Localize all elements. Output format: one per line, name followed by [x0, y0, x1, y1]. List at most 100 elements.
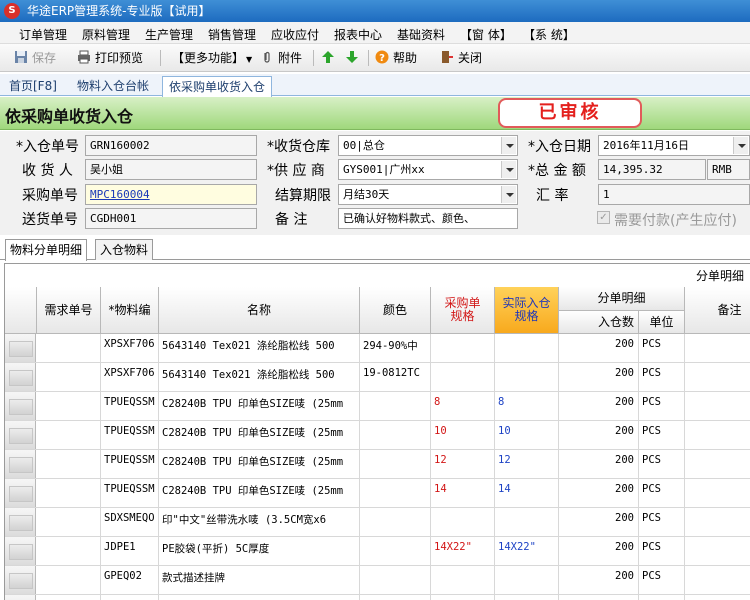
- cell-actual-spec[interactable]: 12: [495, 450, 559, 478]
- cell-unit[interactable]: PCS: [639, 537, 685, 565]
- menu-system[interactable]: 【系 统】: [523, 26, 575, 43]
- table-row[interactable]: XPSXF706 5643140 Tex021 涤纶脂松线 500 294-90%中…: [5, 334, 750, 363]
- row-selector[interactable]: [5, 421, 36, 449]
- cell-po-spec[interactable]: [431, 363, 495, 391]
- menu-reports[interactable]: 报表中心: [334, 26, 382, 43]
- col-remark[interactable]: 备注: [685, 287, 750, 334]
- row-selector[interactable]: [5, 537, 36, 565]
- cell-unit[interactable]: PCS: [639, 392, 685, 420]
- cell-name[interactable]: 5643140 Tex021 涤纶脂松线 500: [159, 363, 360, 391]
- cell-remark[interactable]: [685, 566, 750, 594]
- cell-demand[interactable]: [37, 363, 101, 391]
- row-selector[interactable]: [5, 392, 36, 420]
- cell-po-spec[interactable]: 10: [431, 421, 495, 449]
- table-row[interactable]: TPUEQSSM C28240B TPU 印单色SIZE唛 (25mm 8 8 200 P…: [5, 392, 750, 421]
- tab-home[interactable]: 首页[F8]: [3, 76, 63, 96]
- cell-code[interactable]: JDPE1: [101, 537, 159, 565]
- chevron-down-icon[interactable]: [501, 161, 516, 178]
- cell-qty[interactable]: 200: [559, 508, 639, 536]
- cell-color[interactable]: [360, 508, 431, 536]
- cell-color[interactable]: 294-90%中: [360, 334, 431, 362]
- col-qty[interactable]: 入仓数: [559, 311, 639, 334]
- cell-remark[interactable]: [685, 334, 750, 362]
- row-selector[interactable]: [5, 479, 36, 507]
- cell-unit[interactable]: PCS: [639, 450, 685, 478]
- cell-qty[interactable]: 200: [559, 334, 639, 362]
- cell-actual-spec[interactable]: [495, 566, 559, 594]
- row-selector[interactable]: [5, 334, 36, 362]
- cell-actual-spec[interactable]: 14X22": [495, 537, 559, 565]
- row-selector[interactable]: [5, 363, 36, 391]
- cell-color[interactable]: [360, 421, 431, 449]
- cell-demand[interactable]: [37, 392, 101, 420]
- settle-select[interactable]: 月结30天: [338, 184, 518, 205]
- cell-demand[interactable]: [37, 334, 101, 362]
- cell-code[interactable]: GPEQ02: [101, 566, 159, 594]
- table-row[interactable]: GPEQ02 款式描述挂牌 200 PCS: [5, 566, 750, 595]
- warehouse-select[interactable]: 00|总仓: [338, 135, 518, 156]
- tab-material-ledger[interactable]: 物料入仓台帐: [71, 76, 155, 96]
- cell-code[interactable]: TPUEQSSM: [101, 392, 159, 420]
- total-field[interactable]: 14,395.32: [598, 159, 706, 180]
- cell-actual-spec[interactable]: 14: [495, 479, 559, 507]
- cell-unit[interactable]: PCS: [639, 363, 685, 391]
- cell-actual-spec[interactable]: [495, 508, 559, 536]
- chevron-down-icon[interactable]: [501, 186, 516, 203]
- cell-po-spec[interactable]: 12: [431, 450, 495, 478]
- table-row[interactable]: TPUEQSSM C28240B TPU 印单色SIZE唛 (25mm 14 14 20…: [5, 479, 750, 508]
- cell-name[interactable]: C28240B TPU 印单色SIZE唛 (25mm: [159, 421, 360, 449]
- col-color[interactable]: 颜色: [360, 287, 431, 334]
- cell-remark[interactable]: [685, 537, 750, 565]
- col-material-code[interactable]: *物料编: [101, 287, 159, 334]
- cell-code[interactable]: XPSXF706: [101, 334, 159, 362]
- cell-po-spec[interactable]: [431, 334, 495, 362]
- cell-unit[interactable]: PCS: [639, 479, 685, 507]
- cell-po-spec[interactable]: 8: [431, 392, 495, 420]
- cell-remark[interactable]: [685, 450, 750, 478]
- move-up-button[interactable]: [321, 49, 339, 67]
- cell-actual-spec[interactable]: 8: [495, 392, 559, 420]
- po-no-field[interactable]: MPC160004: [85, 184, 257, 205]
- cell-color[interactable]: [360, 479, 431, 507]
- cell-unit[interactable]: PCS: [639, 334, 685, 362]
- row-selector[interactable]: [5, 595, 36, 600]
- menu-production[interactable]: 生产管理: [145, 26, 193, 43]
- table-row[interactable]: TTC中吊挂纸板88100PCS: [5, 595, 750, 600]
- cell-demand[interactable]: [37, 595, 101, 600]
- cell-color[interactable]: [360, 537, 431, 565]
- cell-qty[interactable]: 200: [559, 566, 639, 594]
- cell-demand[interactable]: [37, 508, 101, 536]
- cell-name[interactable]: 款式描述挂牌: [159, 566, 360, 594]
- col-actual-spec[interactable]: 实际入仓 规格: [495, 287, 559, 334]
- cell-po-spec[interactable]: [431, 508, 495, 536]
- cell-remark[interactable]: [685, 479, 750, 507]
- cell-name[interactable]: 印"中文"丝带洗水唛 (3.5CM宽x6: [159, 508, 360, 536]
- cell-code[interactable]: TPUEQSSM: [101, 450, 159, 478]
- cell-color[interactable]: [360, 392, 431, 420]
- cell-actual-spec[interactable]: 8: [495, 595, 559, 600]
- cell-qty[interactable]: 200: [559, 537, 639, 565]
- cell-demand[interactable]: [37, 537, 101, 565]
- cell-color[interactable]: [360, 450, 431, 478]
- print-preview-button[interactable]: 打印预览: [77, 49, 143, 67]
- cell-po-spec[interactable]: [431, 566, 495, 594]
- tab-received-materials[interactable]: 入仓物料: [95, 239, 154, 260]
- row-selector[interactable]: [5, 450, 36, 478]
- cell-name[interactable]: 中吊挂纸板: [159, 595, 360, 600]
- menu-window[interactable]: 【窗 体】: [460, 26, 512, 43]
- cell-color[interactable]: [360, 595, 431, 600]
- chevron-down-icon[interactable]: [501, 137, 516, 154]
- chevron-down-icon[interactable]: [733, 137, 748, 154]
- receiver-field[interactable]: 吴小姐: [85, 159, 257, 180]
- cell-actual-spec[interactable]: [495, 334, 559, 362]
- move-down-button[interactable]: [345, 49, 363, 67]
- cell-name[interactable]: C28240B TPU 印单色SIZE唛 (25mm: [159, 450, 360, 478]
- menu-order[interactable]: 订单管理: [19, 26, 67, 43]
- table-row[interactable]: TPUEQSSM C28240B TPU 印单色SIZE唛 (25mm 10 10 20…: [5, 421, 750, 450]
- cell-po-spec[interactable]: 8: [431, 595, 495, 600]
- date-picker[interactable]: 2016年11月16日: [598, 135, 750, 156]
- col-name[interactable]: 名称: [159, 287, 360, 334]
- row-selector[interactable]: [5, 508, 36, 536]
- cell-color[interactable]: 19-0812TC: [360, 363, 431, 391]
- cell-code[interactable]: XPSXF706: [101, 363, 159, 391]
